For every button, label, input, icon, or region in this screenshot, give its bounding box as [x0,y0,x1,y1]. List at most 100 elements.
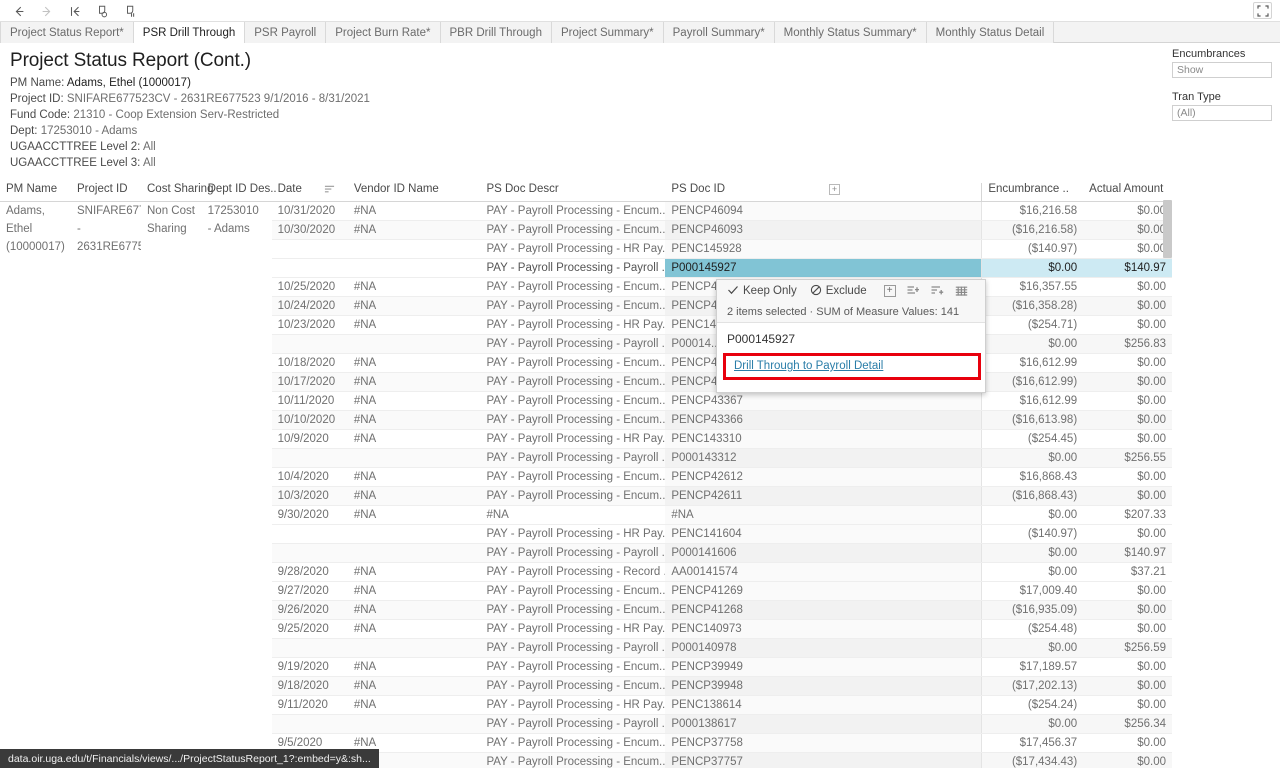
cell-actual-amount[interactable]: $0.00 [1083,752,1172,768]
sheet-tab-3[interactable]: Project Burn Rate* [326,22,441,43]
cell-ps-doc-descr[interactable]: PAY - Payroll Processing - Payroll .. [480,714,666,734]
cell-vendor[interactable]: #NA [347,353,481,373]
cell-actual-amount[interactable]: $256.59 [1083,638,1172,658]
cell-date[interactable]: 10/24/2020 [271,296,348,316]
cell-date[interactable]: 10/3/2020 [271,486,348,506]
column-header-ps-doc-descr[interactable]: PS Doc Descr [480,183,666,202]
cell-ps-doc-descr[interactable]: PAY - Payroll Processing - Encum.. [480,733,666,753]
cell-encumbrance[interactable]: $16,612.99 [981,353,1084,373]
exclude-button[interactable]: Exclude [810,284,867,299]
cell-encumbrance[interactable]: $0.00 [981,543,1084,563]
cell-vendor[interactable] [347,448,481,468]
cell-ps-doc-id[interactable]: PENCP42611 [665,486,982,506]
cell-vendor[interactable]: #NA [347,391,481,411]
cell-actual-amount[interactable]: $0.00 [1083,676,1172,696]
cell-vendor[interactable] [347,334,481,354]
cell-encumbrance[interactable]: ($140.97) [981,239,1084,259]
cell-ps-doc-descr[interactable]: PAY - Payroll Processing - Encum.. [480,201,666,221]
filter-encumbrances-select[interactable]: Show [1172,62,1272,78]
cell-vendor[interactable]: #NA [347,676,481,696]
cell-actual-amount[interactable]: $0.00 [1083,220,1172,240]
cell-ps-doc-descr[interactable]: PAY - Payroll Processing - HR Pay.. [480,524,666,544]
cell-date[interactable]: 10/9/2020 [271,429,348,449]
cell-ps-doc-descr[interactable]: PAY - Payroll Processing - Encum.. [480,581,666,601]
cell-ps-doc-descr[interactable]: PAY - Payroll Processing - Payroll .. [480,543,666,563]
cell-actual-amount[interactable]: $0.00 [1083,239,1172,259]
cell-ps-doc-id[interactable]: PENC141604 [665,524,982,544]
view-data-icon[interactable] [955,285,968,297]
create-group-icon[interactable] [931,285,944,297]
cell-ps-doc-descr[interactable]: PAY - Payroll Processing - Encum.. [480,486,666,506]
cell-ps-doc-id[interactable]: PENC138614 [665,695,982,715]
column-header-encumbrance[interactable]: Encumbrance .. [981,183,1084,202]
cell-date[interactable] [271,638,348,658]
cell-actual-amount[interactable]: $0.00 [1083,619,1172,639]
cell-ps-doc-descr[interactable]: #NA [480,505,666,525]
create-set-icon[interactable]: + [883,285,896,297]
cell-vendor[interactable]: #NA [347,410,481,430]
cell-ps-doc-descr[interactable]: PAY - Payroll Processing - HR Pay.. [480,429,666,449]
cell-ps-doc-descr[interactable]: PAY - Payroll Processing - Encum.. [480,220,666,240]
cell-actual-amount[interactable]: $0.00 [1083,429,1172,449]
cell-ps-doc-descr[interactable]: PAY - Payroll Processing - Payroll .. [480,334,666,354]
cell-encumbrance[interactable]: $17,009.40 [981,581,1084,601]
cell-vendor[interactable] [347,258,481,278]
cell-encumbrance[interactable]: ($17,202.13) [981,676,1084,696]
column-header-cost-sharing[interactable]: Cost Sharing [141,183,213,202]
cell-actual-amount[interactable]: $256.55 [1083,448,1172,468]
cell-date[interactable]: 10/18/2020 [271,353,348,373]
cell-encumbrance[interactable]: $0.00 [981,448,1084,468]
cell-ps-doc-descr[interactable]: PAY - Payroll Processing - Encum.. [480,372,666,392]
cell-ps-doc-id[interactable]: #NA [665,505,982,525]
cell-ps-doc-descr[interactable]: PAY - Payroll Processing - Encum.. [480,467,666,487]
cell-encumbrance[interactable]: $0.00 [981,562,1084,582]
cell-date[interactable]: 10/30/2020 [271,220,348,240]
cell-ps-doc-descr[interactable]: PAY - Payroll Processing - Payroll .. [480,448,666,468]
table-row[interactable]: Adams, Ethel (10000017)SNIFARE677523CV -… [0,201,1172,768]
cell-date[interactable] [271,524,348,544]
cell-vendor[interactable]: #NA [347,277,481,297]
cell-actual-amount[interactable]: $0.00 [1083,486,1172,506]
cell-encumbrance[interactable]: ($16,868.43) [981,486,1084,506]
cell-actual-amount[interactable]: $140.97 [1083,258,1172,278]
cell-ps-doc-descr[interactable]: PAY - Payroll Processing - HR Pay.. [480,315,666,335]
cell-encumbrance[interactable]: $0.00 [981,505,1084,525]
pause-auto-updates-icon[interactable] [118,1,144,21]
cell-actual-amount[interactable]: $0.00 [1083,524,1172,544]
cell-ps-doc-descr[interactable]: PAY - Payroll Processing - Encum.. [480,410,666,430]
sheet-tab-2[interactable]: PSR Payroll [245,22,327,43]
cell-ps-doc-id[interactable]: P000143312 [665,448,982,468]
sheet-tab-8[interactable]: Monthly Status Detail [926,22,1055,43]
cell-vendor[interactable]: #NA [347,315,481,335]
cell-ps-doc-descr[interactable]: PAY - Payroll Processing - HR Pay.. [480,619,666,639]
column-header-vendor-id-name[interactable]: Vendor ID Name [347,183,481,202]
column-header-actual-amount[interactable]: Actual Amount [1083,183,1172,202]
cell-actual-amount[interactable]: $0.00 [1083,372,1172,392]
cell-ps-doc-descr[interactable]: PAY - Payroll Processing - Encum.. [480,277,666,297]
cell-date[interactable]: 9/25/2020 [271,619,348,639]
cell-ps-doc-id[interactable]: P000141606 [665,543,982,563]
cell-encumbrance[interactable]: ($254.45) [981,429,1084,449]
cell-date[interactable] [271,448,348,468]
cell-date[interactable] [271,334,348,354]
cell-vendor[interactable] [347,239,481,259]
sort-descending-icon[interactable] [324,184,335,195]
cell-date[interactable]: 9/27/2020 [271,581,348,601]
cell-actual-amount[interactable]: $0.00 [1083,657,1172,677]
cell-ps-doc-id[interactable]: AA00141574 [665,562,982,582]
cell-actual-amount[interactable]: $256.83 [1083,334,1172,354]
cell-date[interactable]: 10/25/2020 [271,277,348,297]
cell-vendor[interactable]: #NA [347,429,481,449]
cell-ps-doc-id[interactable]: PENC143310 [665,429,982,449]
sheet-tab-4[interactable]: PBR Drill Through [440,22,552,43]
cell-ps-doc-id[interactable]: P000145927 [665,258,982,278]
cell-actual-amount[interactable]: $37.21 [1083,562,1172,582]
refresh-data-icon[interactable] [90,1,116,21]
cell-vendor[interactable]: #NA [347,201,481,221]
cell-encumbrance[interactable]: $16,612.99 [981,391,1084,411]
cell-encumbrance[interactable]: $16,868.43 [981,467,1084,487]
cell-encumbrance[interactable]: $0.00 [981,334,1084,354]
cell-date[interactable] [271,258,348,278]
cell-vendor[interactable]: #NA [347,486,481,506]
cell-date[interactable]: 9/18/2020 [271,676,348,696]
